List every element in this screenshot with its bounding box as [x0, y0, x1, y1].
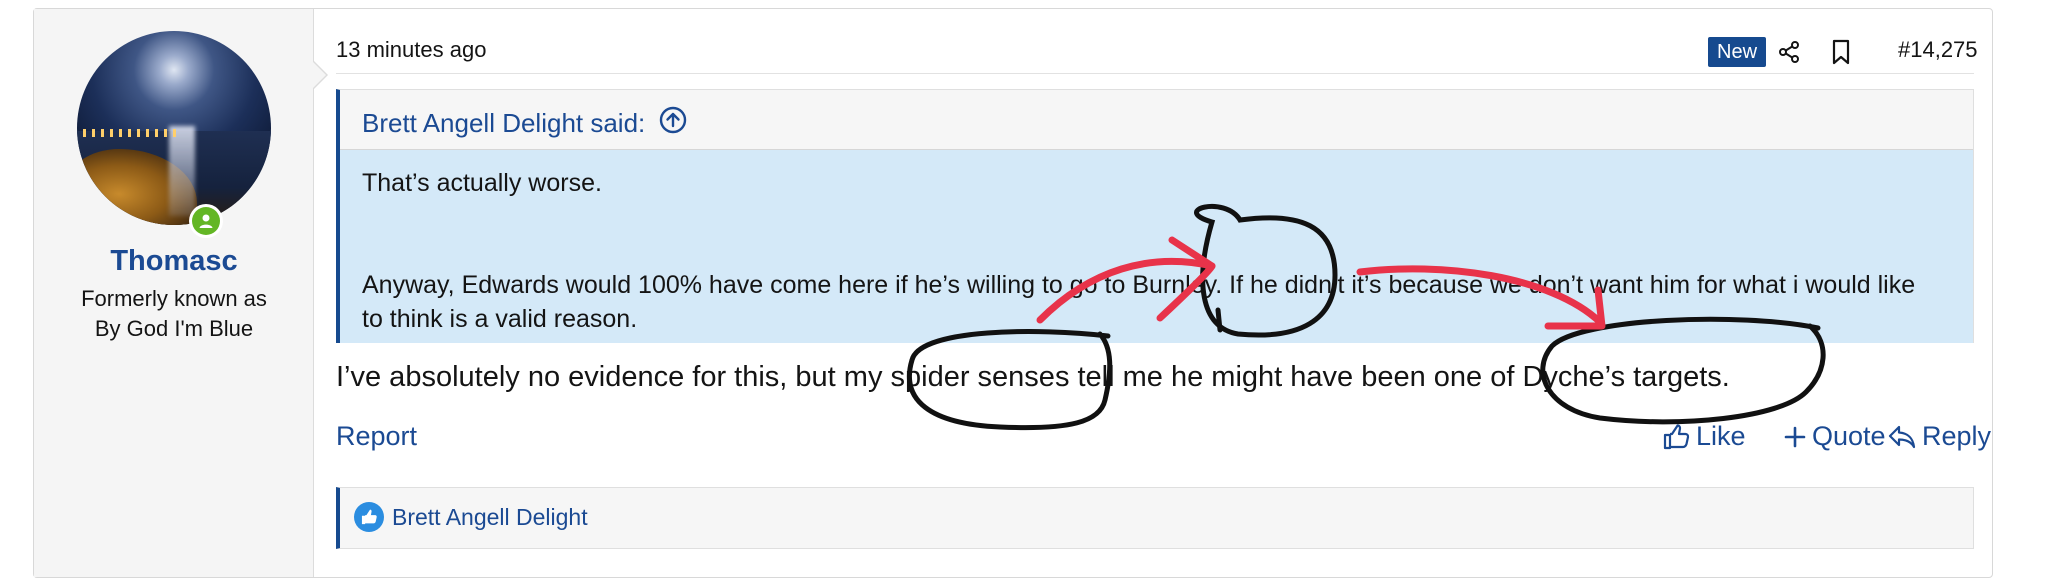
- user-panel: Thomasc Formerly known as By God I'm Blu…: [34, 9, 314, 577]
- quote-author-wrap: Brett Angell Delight said:: [362, 106, 687, 141]
- reply-button[interactable]: Reply: [1888, 421, 1991, 452]
- user-title: Formerly known as By God I'm Blue: [81, 286, 267, 341]
- reaction-users-link[interactable]: Brett Angell Delight: [392, 504, 588, 531]
- new-badge: New: [1708, 37, 1767, 67]
- user-arrow: [313, 61, 328, 89]
- plus-icon: [1784, 426, 1806, 447]
- reactions-bar: Brett Angell Delight: [336, 487, 1974, 549]
- like-reaction-icon: [354, 502, 384, 532]
- post-header: 13 minutes ago New #14,275: [336, 29, 1978, 74]
- quote-button[interactable]: Quote: [1784, 421, 1886, 452]
- post-number-link[interactable]: #14,275: [1898, 37, 1978, 63]
- quote-author-link[interactable]: Brett Angell Delight said:: [362, 108, 645, 139]
- forum-post: Thomasc Formerly known as By God I'm Blu…: [33, 8, 1993, 578]
- reply-label: Reply: [1922, 421, 1992, 451]
- quote-line-2: Anyway, Edwards would 100% have come her…: [362, 271, 1916, 333]
- post-main: 13 minutes ago New #14,275 Brett Angell …: [336, 9, 1991, 577]
- like-button[interactable]: Like: [1662, 421, 1746, 452]
- reply-icon: [1888, 425, 1916, 448]
- share-icon[interactable]: [1774, 37, 1804, 67]
- post-timestamp[interactable]: 13 minutes ago: [336, 37, 486, 63]
- avatar[interactable]: [77, 31, 271, 225]
- quote-line-1: That’s actually worse.: [362, 169, 602, 197]
- quote-header: Brett Angell Delight said:: [340, 90, 1973, 150]
- post-message: I’ve absolutely no evidence for this, bu…: [336, 361, 1730, 393]
- like-label: Like: [1696, 421, 1746, 451]
- quote-body: That’s actually worse. Anyway, Edwards w…: [362, 166, 1942, 336]
- quote-block: Brett Angell Delight said: That’s actual…: [336, 89, 1974, 343]
- username-link[interactable]: Thomasc: [34, 245, 314, 278]
- report-link[interactable]: Report: [336, 421, 417, 452]
- user-online-icon: [189, 204, 223, 238]
- bookmark-icon[interactable]: [1826, 37, 1856, 67]
- thumbs-up-icon: [1663, 423, 1690, 449]
- post-actions: Report Like Quote Reply: [336, 421, 1991, 461]
- jump-to-quote-icon[interactable]: [659, 106, 687, 141]
- quote-label: Quote: [1812, 421, 1886, 451]
